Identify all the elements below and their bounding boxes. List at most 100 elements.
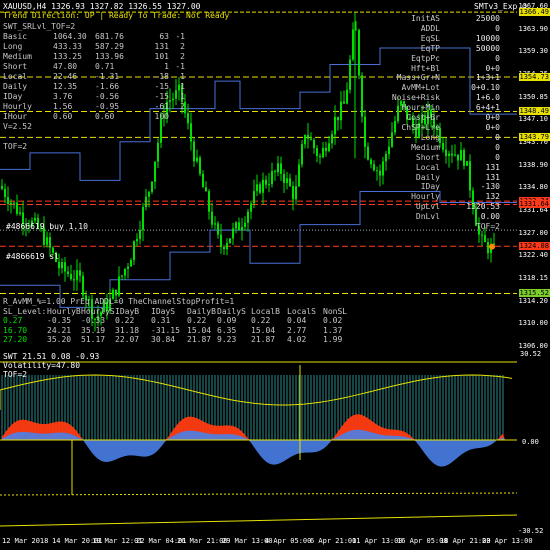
info-key: IDay	[420, 182, 440, 192]
candle-body	[334, 116, 336, 135]
info-key: ChSP+Lre	[401, 122, 440, 132]
stats-row: Local 22.46 -1.31 -18 1	[3, 72, 185, 82]
candle-body	[154, 161, 156, 182]
candle-body	[133, 241, 135, 261]
info-key: Hft+Bl	[411, 63, 440, 73]
candle-body	[253, 191, 255, 204]
candle-body	[187, 113, 189, 124]
stats-cell: 1064.30	[53, 32, 87, 41]
sl-cell: 0.09	[217, 316, 237, 326]
candle-body	[319, 155, 321, 158]
info-value: 131	[485, 162, 500, 172]
info-key: Noise+Risk	[391, 93, 440, 103]
stats-cell: -61	[154, 102, 169, 111]
buy-order-label[interactable]: #4866619 buy 1.10	[6, 222, 88, 231]
info-row: ADDL 0	[378, 24, 500, 34]
stats-cell: 2	[180, 42, 185, 51]
candle-body	[238, 222, 240, 231]
candle-body	[208, 191, 210, 212]
stats-cell: 2	[180, 102, 185, 111]
stats-cell: 0.71	[95, 62, 115, 71]
stats-row: Short 47.80 0.71 1 -1	[3, 62, 185, 72]
info-value: 0+0	[485, 113, 500, 123]
price-marker	[489, 243, 495, 250]
stats-row: Hourly 1.56 -0.95 -61 2	[3, 102, 185, 112]
candle-body	[190, 123, 192, 142]
sl-order-label[interactable]: #4866619 sl	[6, 252, 59, 261]
candle-body	[10, 202, 12, 204]
candle-body	[277, 163, 279, 173]
stats-row: Basic 1064.30 681.76 63 -1	[3, 32, 185, 42]
candle-body	[142, 207, 144, 230]
sl-cell: DailyS	[217, 306, 246, 316]
date-tick: 12 Mar 2018	[2, 537, 49, 545]
candle-body	[79, 270, 81, 276]
stats-cell: -15	[154, 82, 169, 91]
srlvl-stats-panel: SWT_SRLvl_TOF=2 Basic 1064.30 681.76 63 -1 Lo…	[3, 22, 185, 152]
date-tick: 23 Apr 13:00	[482, 537, 533, 545]
sl-cell: 30.84	[151, 335, 176, 345]
price-tick: 1347.10	[518, 115, 548, 124]
sl-cell: 35.20	[47, 335, 72, 345]
price-tick: 1338.90	[518, 160, 548, 169]
candle-body	[139, 229, 141, 240]
stats-row: Medium 133.25 133.96 101 2	[3, 52, 185, 62]
candle-body	[331, 134, 333, 144]
candle-body	[289, 178, 291, 186]
oscillator-header: SWT 21.51 0.08 -0.93	[3, 352, 100, 361]
stats-row: Daily 12.35 -1.66 -15 1	[3, 82, 185, 92]
info-value: 0	[495, 53, 500, 63]
osc-scale-bottom: -30.52	[518, 527, 544, 535]
stats-cell: 1	[180, 72, 185, 81]
candle-body	[70, 273, 72, 280]
osc-scale-zero: 0.00	[522, 438, 539, 446]
sl-cell: 0.02	[323, 316, 343, 326]
stats-cell: 133.25	[53, 52, 82, 61]
info-key: DnLvl	[415, 212, 440, 222]
info-row: UpLvl 1320.53	[378, 202, 500, 212]
sl-cell: HourlyS	[81, 306, 115, 316]
date-tick: 4 Apr 05:00	[265, 537, 312, 545]
info-row: Daily 131	[378, 173, 500, 183]
candle-body	[214, 223, 216, 225]
stats-cell: 433.33	[53, 42, 82, 51]
sl-cell: -0.35	[47, 316, 72, 326]
candle-body	[118, 276, 120, 296]
time-axis[interactable]: 12 Mar 2018 14 Mar 20:01 19 Mar 12:01 22 Ma…	[0, 535, 550, 550]
stats-cell: IHour	[3, 112, 28, 121]
price-level-badge: 1315.52	[519, 289, 550, 298]
info-key: UpLvl	[415, 202, 440, 212]
stats-cell: 681.76	[95, 32, 124, 41]
candle-body	[316, 147, 318, 156]
candle-body	[145, 196, 147, 208]
stats-cell: Hourly	[3, 102, 32, 111]
volatility-oscillator[interactable]	[0, 350, 517, 535]
info-value: 0+0.10	[471, 83, 500, 93]
candle-body	[328, 143, 330, 152]
candle-body	[76, 270, 78, 281]
info-value: 0	[495, 142, 500, 152]
candle-body	[364, 116, 366, 147]
info-key: Medium	[411, 142, 440, 152]
candle-body	[202, 173, 204, 188]
stop-loss-panel: R_AvMM_%=1.00 PrEq ADDL=0 TheChannelStop…	[3, 297, 353, 345]
info-value: -130	[480, 182, 500, 192]
candle-body	[226, 243, 228, 250]
candle-body	[49, 237, 51, 248]
candle-body	[313, 139, 315, 148]
stats-cell: 1	[180, 92, 185, 101]
sl-cell: 0.27	[3, 316, 23, 326]
stats-row: IDay 3.76 -0.56 -15 1	[3, 92, 185, 102]
candle-body	[73, 279, 75, 281]
price-axis[interactable]: 1367.601363.901359.301354.351350.851347.…	[517, 0, 550, 350]
stats-cell: -1	[175, 62, 185, 71]
candle-body	[136, 239, 138, 242]
sl-cell: 4.02	[287, 335, 307, 345]
sl-cell: 9.23	[217, 335, 237, 345]
sl-cell: 2.77	[287, 325, 307, 335]
sl-cell: LocalB	[251, 306, 280, 316]
stats-cell: 22.46	[53, 72, 78, 81]
stats-cell: -0.95	[95, 102, 120, 111]
stats-cell: 12.35	[53, 82, 78, 91]
price-tick: 1306.00	[518, 342, 548, 350]
